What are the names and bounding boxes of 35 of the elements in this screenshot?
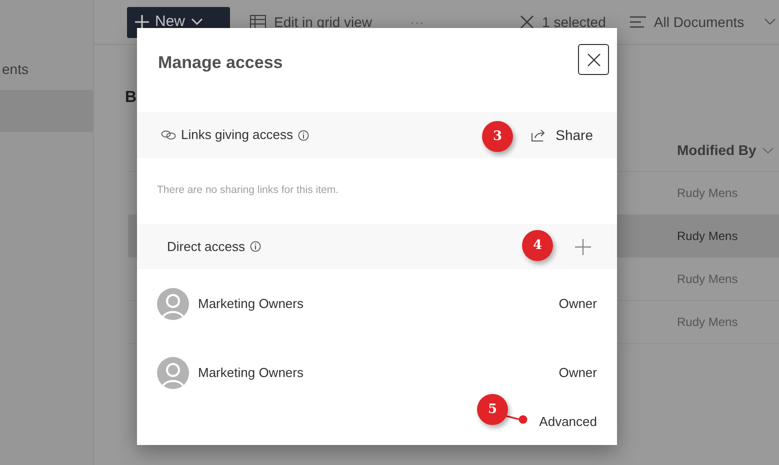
page-heading: B — [125, 88, 137, 108]
link-icon — [161, 130, 176, 140]
empty-message: There are no sharing links for this item. — [157, 183, 338, 198]
nav-item[interactable]: ents — [0, 48, 93, 90]
member-role[interactable]: Owner — [558, 362, 597, 382]
table-cell-text: Rudy Mens — [677, 228, 739, 245]
member-role[interactable]: Owner — [558, 294, 597, 314]
column-header-label: Modified By — [677, 141, 756, 160]
chevron-down-icon — [191, 18, 204, 26]
member-name: Marketing Owners — [198, 294, 304, 313]
avatar-icon — [157, 288, 189, 320]
section-title: Links giving access — [181, 126, 293, 144]
view-button[interactable]: All Documents — [630, 12, 776, 32]
plus-icon — [135, 15, 149, 29]
grid-icon — [250, 15, 266, 29]
advanced-link[interactable]: Advanced — [539, 412, 597, 432]
chevron-down-icon — [762, 146, 774, 154]
close-icon — [586, 52, 600, 66]
table-cell-text: Rudy Mens — [677, 185, 739, 202]
section-title: Direct access — [167, 238, 246, 256]
info-icon — [298, 130, 309, 140]
close-icon — [520, 15, 534, 29]
share-button[interactable]: Share — [530, 124, 593, 146]
table-cell-text: Rudy Mens — [677, 314, 739, 331]
dialog-title: Manage access — [158, 52, 283, 74]
add-icon[interactable] — [575, 238, 591, 254]
lines-icon — [630, 16, 646, 28]
info-icon — [250, 241, 262, 252]
avatar-icon — [157, 356, 189, 388]
chevron-down-icon — [764, 18, 776, 26]
table-cell-text: Rudy Mens — [677, 271, 739, 288]
member-name: Marketing Owners — [198, 364, 304, 382]
share-icon — [530, 128, 546, 142]
close-button[interactable] — [578, 44, 609, 75]
selection-button[interactable]: 1 selected — [520, 12, 606, 32]
